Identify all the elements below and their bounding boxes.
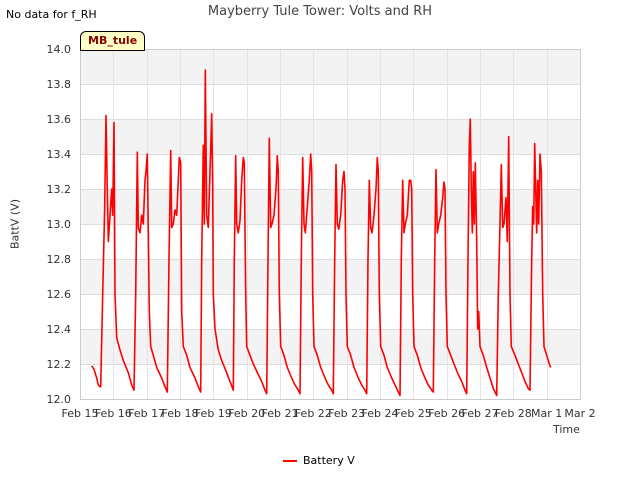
y-axis-label: BattV (V) (8, 198, 22, 250)
x-tick-label: Feb 20 (228, 407, 265, 420)
plot-band (80, 119, 580, 154)
x-tick-label: Feb 19 (195, 407, 232, 420)
legend: Battery V (283, 454, 355, 467)
legend-swatch (283, 459, 297, 462)
station-badge: MB_tule (80, 31, 146, 51)
y-tick-label: 13.0 (47, 218, 72, 231)
y-tick-label: 12.2 (47, 358, 72, 371)
x-tick-label: Mar 1 (531, 407, 562, 420)
y-axis-ticks: 12.0 12.2 12.4 12.6 12.8 13.0 13.2 13.4 13.6 13.8… (47, 43, 72, 406)
y-tick-label: 12.0 (47, 393, 72, 406)
x-tick-label: Feb 26 (428, 407, 465, 420)
x-axis-ticks: Feb 15Feb 16Feb 17Feb 18Feb 19Feb 20Feb … (62, 407, 596, 420)
x-tick-label: Feb 18 (162, 407, 199, 420)
x-tick-label: Mar 2 (564, 407, 595, 420)
x-axis-label: Time (553, 423, 580, 436)
x-tick-label: Feb 22 (295, 407, 332, 420)
chart-area: 12.0 12.2 12.4 12.6 12.8 13.0 13.2 13.4 13.6 13.8… (47, 43, 596, 420)
x-tick-label: Feb 27 (462, 407, 499, 420)
y-tick-label: 14.0 (47, 43, 72, 56)
y-tick-label: 13.8 (47, 78, 72, 91)
legend-label: Battery V (303, 454, 355, 467)
x-tick-label: Feb 17 (128, 407, 165, 420)
y-tick-label: 12.6 (47, 288, 72, 301)
y-tick-label: 12.8 (47, 253, 72, 266)
x-tick-label: Feb 28 (495, 407, 532, 420)
y-tick-label: 12.4 (47, 323, 72, 336)
x-tick-label: Feb 15 (62, 407, 99, 420)
plot-band (80, 259, 580, 294)
plot-band (80, 49, 580, 84)
y-tick-label: 13.2 (47, 183, 72, 196)
x-tick-label: Feb 24 (362, 407, 399, 420)
x-tick-label: Feb 16 (95, 407, 132, 420)
x-tick-label: Feb 25 (395, 407, 432, 420)
x-tick-label: Feb 23 (328, 407, 365, 420)
y-tick-label: 13.6 (47, 113, 72, 126)
x-tick-label: Feb 21 (262, 407, 299, 420)
y-tick-label: 13.4 (47, 148, 72, 161)
